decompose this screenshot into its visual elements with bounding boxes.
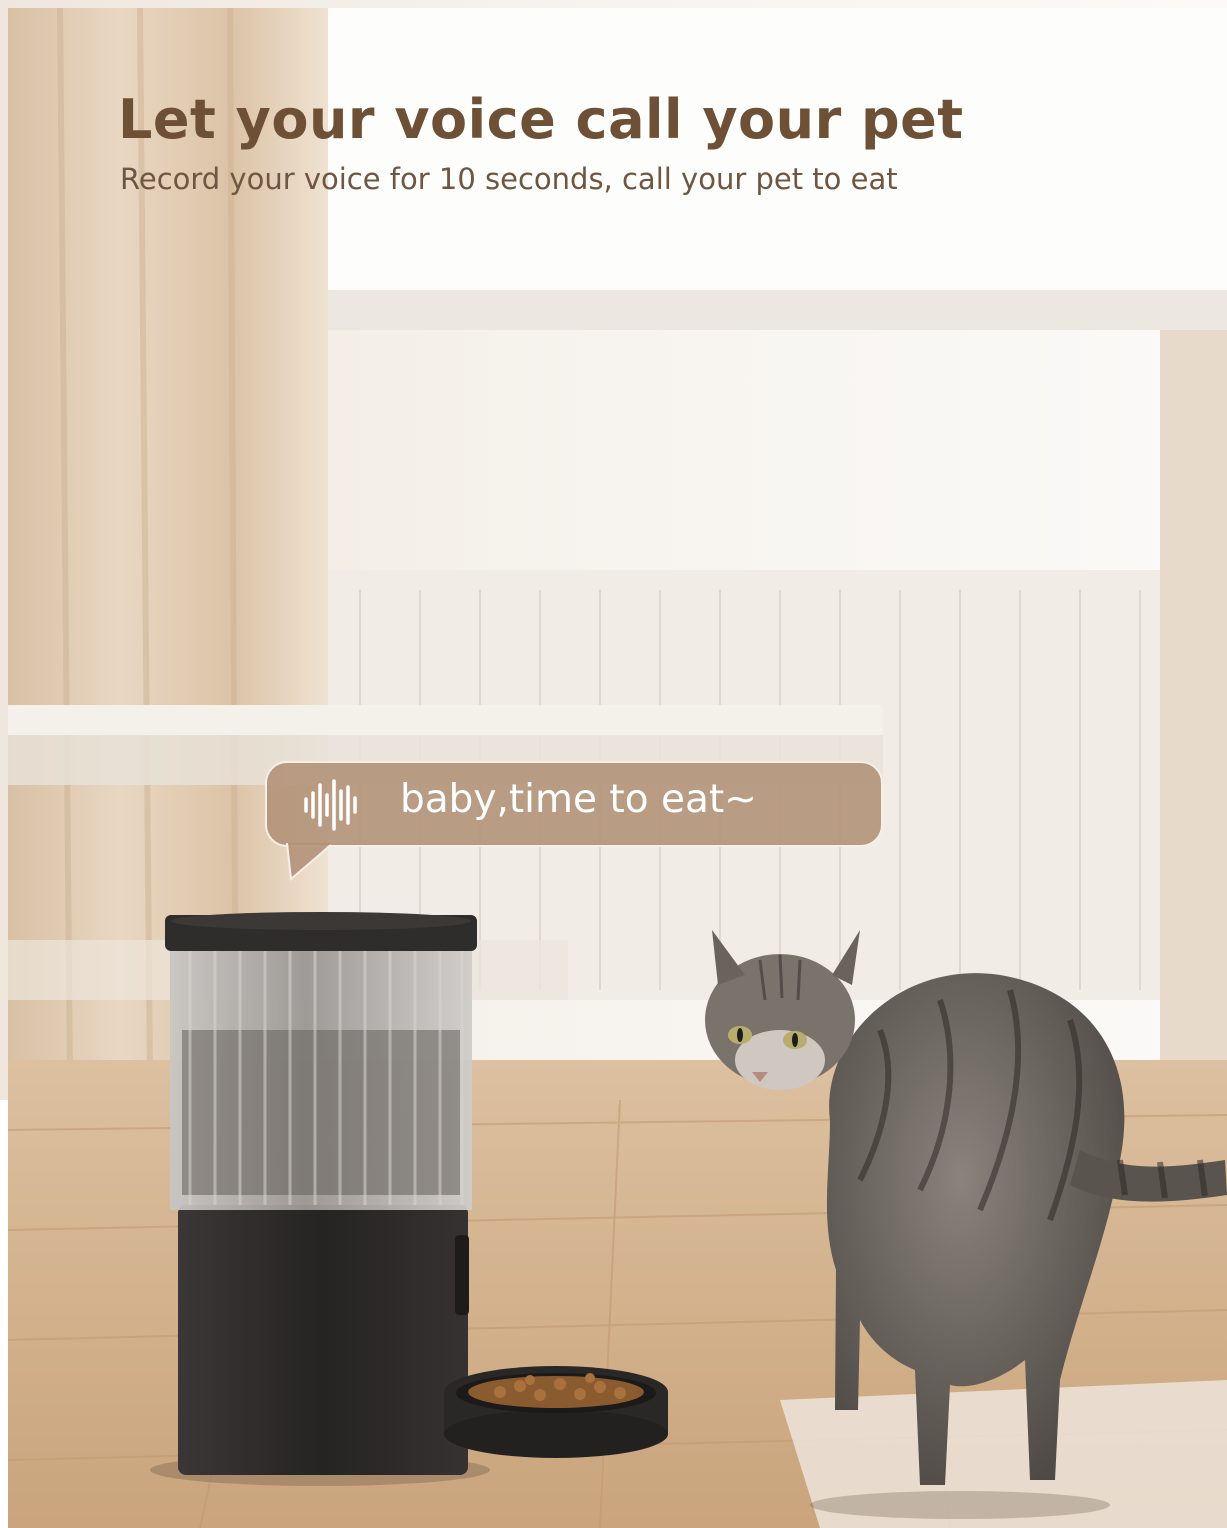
- product-hero-image: Let your voice call your pet Record your…: [0, 0, 1227, 1528]
- subheadline: Record your voice for 10 seconds, call y…: [120, 162, 898, 196]
- sound-wave-icon: [304, 779, 357, 831]
- headline: Let your voice call your pet: [118, 88, 964, 151]
- speech-bubble-text: baby,time to eat~: [400, 777, 757, 822]
- speech-bubble-tail: [286, 843, 332, 881]
